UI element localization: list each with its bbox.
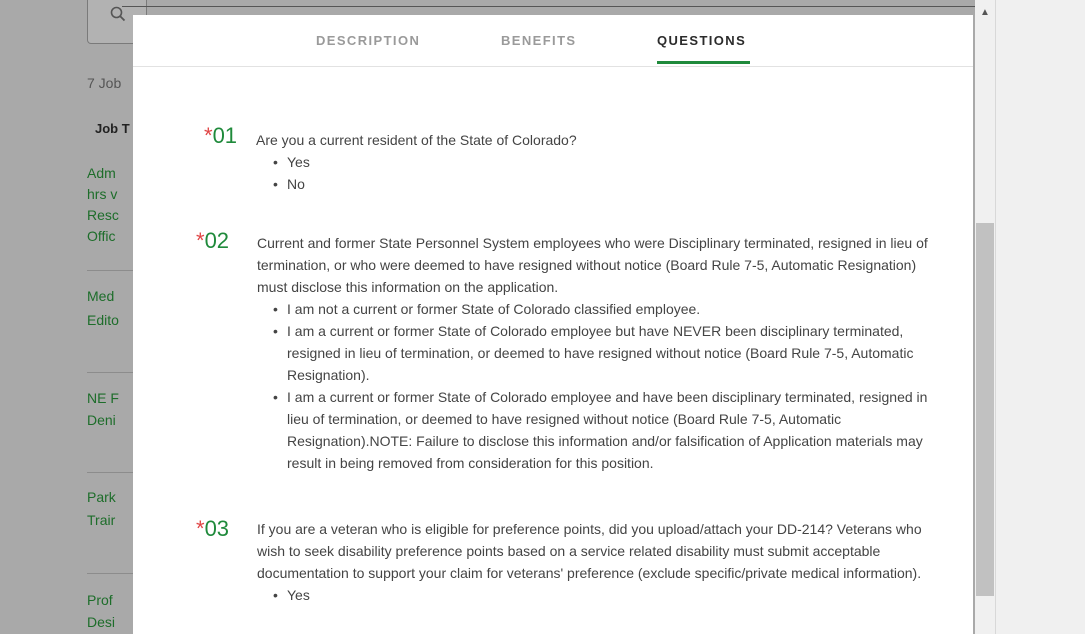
required-marker: *: [196, 228, 205, 253]
job-details-modal: DESCRIPTION BENEFITS QUESTIONS *01 Are y…: [133, 15, 973, 634]
answer-options: I am not a current or former State of Co…: [269, 298, 939, 474]
question-number-value: 03: [204, 516, 230, 541]
job-link[interactable]: Prof: [87, 590, 113, 611]
question-text: If you are a veteran who is eligible for…: [257, 521, 922, 581]
job-link[interactable]: Adm: [87, 163, 116, 184]
question-text-block: Are you a current resident of the State …: [256, 129, 947, 195]
modal-scrollbar[interactable]: ▲: [975, 0, 995, 634]
answer-options: Yes: [269, 584, 947, 606]
tab-benefits[interactable]: BENEFITS: [501, 33, 576, 48]
job-table-header: Job T: [95, 121, 130, 136]
required-marker: *: [204, 123, 213, 148]
right-rail: [995, 0, 1085, 634]
question-text-block: If you are a veteran who is eligible for…: [257, 518, 947, 606]
job-link[interactable]: Resc: [87, 205, 119, 226]
job-link[interactable]: Offic: [87, 226, 116, 247]
job-link[interactable]: hrs v: [87, 184, 117, 205]
job-link[interactable]: Med: [87, 286, 114, 307]
job-link[interactable]: Park: [87, 487, 116, 508]
answer-option: I am not a current or former State of Co…: [269, 298, 939, 320]
job-link[interactable]: Trair: [87, 510, 115, 531]
top-border: [122, 6, 977, 7]
answer-option: No: [269, 173, 947, 195]
job-link[interactable]: NE F: [87, 388, 119, 409]
tab-description[interactable]: DESCRIPTION: [316, 33, 420, 48]
question-text: Are you a current resident of the State …: [256, 132, 577, 148]
search-icon: [110, 6, 126, 27]
job-link[interactable]: Desi: [87, 612, 115, 633]
question-text: Current and former State Personnel Syste…: [257, 235, 928, 295]
question-number: *01: [204, 125, 237, 147]
scroll-thumb[interactable]: [976, 223, 994, 596]
tab-bar: DESCRIPTION BENEFITS QUESTIONS: [133, 15, 973, 67]
tab-questions[interactable]: QUESTIONS: [657, 33, 746, 48]
answer-option: I am a current or former State of Colora…: [269, 386, 939, 474]
job-link[interactable]: Deni: [87, 410, 116, 431]
answer-options: Yes No: [269, 151, 947, 195]
question-number-value: 01: [212, 123, 238, 148]
answer-option: Yes: [269, 151, 947, 173]
answer-option: Yes: [269, 584, 947, 606]
job-link[interactable]: Edito: [87, 310, 119, 331]
scroll-up-arrow-icon[interactable]: ▲: [975, 6, 995, 20]
question-number: *02: [196, 230, 229, 252]
required-marker: *: [196, 516, 205, 541]
active-tab-indicator: [657, 61, 750, 64]
question-number-value: 02: [204, 228, 230, 253]
answer-option: I am a current or former State of Colora…: [269, 320, 939, 386]
question-number: *03: [196, 518, 229, 540]
job-count: 7 Job: [87, 75, 122, 91]
question-text-block: Current and former State Personnel Syste…: [257, 232, 947, 474]
